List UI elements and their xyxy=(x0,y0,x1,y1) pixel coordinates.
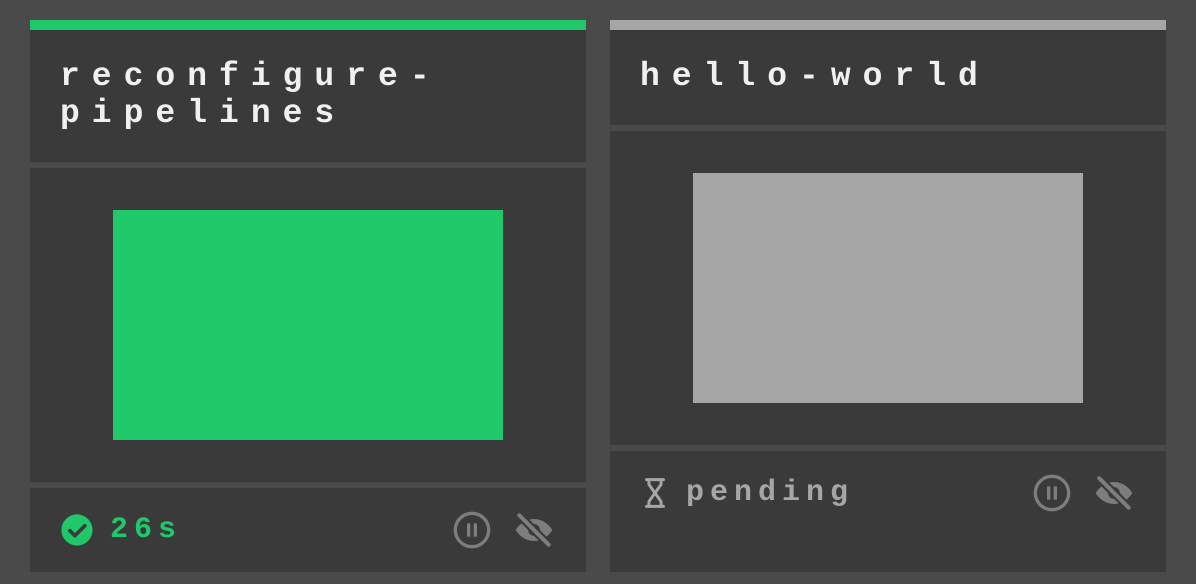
visibility-off-icon[interactable] xyxy=(1092,471,1136,515)
pipeline-header: hello-world xyxy=(610,30,1166,131)
pipeline-status-bar xyxy=(610,20,1166,30)
pause-button[interactable] xyxy=(452,510,492,550)
visibility-off-icon[interactable] xyxy=(512,508,556,552)
pipeline-footer: 26s xyxy=(30,488,586,572)
pause-button[interactable] xyxy=(1032,473,1072,513)
pipeline-title: hello-world xyxy=(640,58,990,95)
pipeline-actions xyxy=(452,508,556,552)
hourglass-icon xyxy=(640,476,670,510)
pipeline-status-text: pending xyxy=(686,476,854,510)
pipeline-job-box[interactable] xyxy=(693,173,1083,403)
pipeline-title: reconfigure-pipelines xyxy=(60,58,442,132)
pipeline-status: 26s xyxy=(60,513,436,547)
pipeline-status: pending xyxy=(640,476,1016,510)
pipeline-card[interactable]: reconfigure-pipelines 26s xyxy=(30,20,586,572)
pipeline-actions xyxy=(1032,471,1136,515)
check-circle-icon xyxy=(60,513,94,547)
pipeline-board: reconfigure-pipelines 26s xyxy=(0,0,1196,584)
pipeline-preview xyxy=(610,131,1166,451)
pipeline-status-text: 26s xyxy=(110,513,182,547)
pipeline-status-bar xyxy=(30,20,586,30)
pipeline-header: reconfigure-pipelines xyxy=(30,30,586,168)
pipeline-preview xyxy=(30,168,586,488)
pipeline-card[interactable]: hello-world pending xyxy=(610,20,1166,572)
pipeline-job-box[interactable] xyxy=(113,210,503,440)
pipeline-footer: pending xyxy=(610,451,1166,535)
